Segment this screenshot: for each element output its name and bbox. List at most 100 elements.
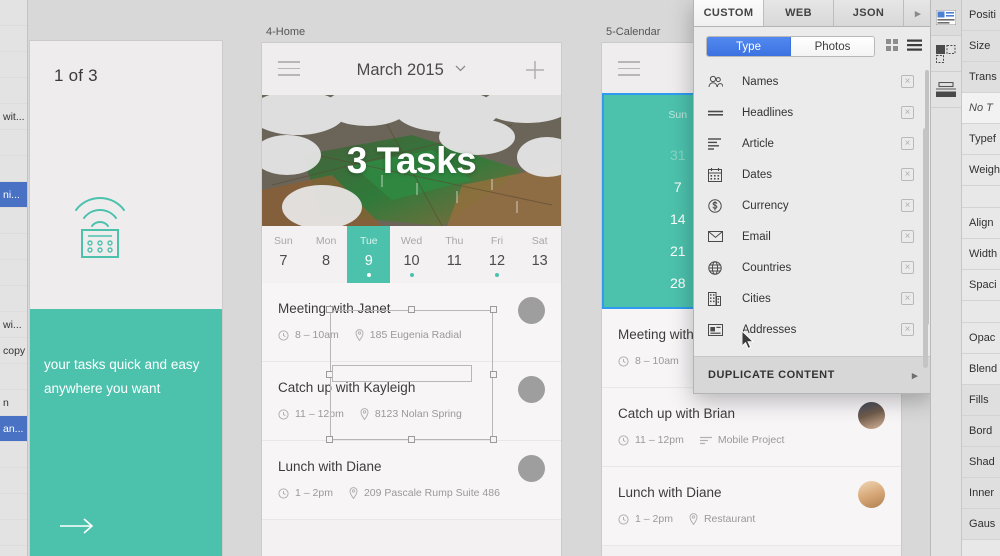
popover-tab-bar[interactable]: CUSTOM WEB JSON ▸ — [694, 0, 932, 27]
hamburger-icon[interactable] — [618, 61, 640, 81]
remove-icon[interactable]: × — [901, 137, 914, 150]
segment-type[interactable]: Type — [707, 37, 791, 56]
remove-icon[interactable]: × — [901, 75, 914, 88]
inspector-row[interactable]: Spaci — [962, 270, 1000, 301]
layer-row[interactable] — [0, 442, 27, 468]
remove-icon[interactable]: × — [901, 106, 914, 119]
task-row[interactable]: Catch up with Kayleigh 11 – 12pm 8123 Nola… — [262, 362, 561, 441]
layer-row[interactable] — [0, 286, 27, 312]
content-type-item[interactable]: Addresses × — [694, 314, 932, 345]
home-month-title[interactable]: March 2015 — [357, 58, 467, 80]
week-day-sat[interactable]: Sat 13 — [518, 226, 561, 283]
chevron-right-icon[interactable]: ▸ — [912, 369, 918, 382]
avatar[interactable] — [858, 481, 885, 508]
task-row[interactable]: Meeting with Janet 8 – 10am 185 Eugenia Ra… — [262, 283, 561, 362]
duplicate-content-footer[interactable]: DUPLICATE CONTENT ▸ — [694, 356, 932, 393]
content-type-item[interactable]: Article × — [694, 128, 932, 159]
week-day-wed[interactable]: Wed 10 — [390, 226, 433, 283]
segment-photos[interactable]: Photos — [791, 37, 874, 56]
layer-row[interactable]: ni... — [0, 182, 27, 208]
remove-icon[interactable]: × — [901, 292, 914, 305]
layer-row[interactable] — [0, 0, 27, 26]
inspector-row[interactable]: Size — [962, 31, 1000, 62]
selection-handle[interactable] — [326, 306, 333, 313]
avatar[interactable] — [518, 455, 545, 482]
week-day-sun[interactable]: Sun 7 — [262, 226, 305, 283]
popover-tab-web[interactable]: WEB — [764, 0, 834, 26]
content-type-item[interactable]: Countries × — [694, 252, 932, 283]
inspector-row[interactable]: Width — [962, 239, 1000, 270]
inspector-row[interactable]: Trans — [962, 62, 1000, 93]
layer-row[interactable] — [0, 468, 27, 494]
content-type-item[interactable]: Dates × — [694, 159, 932, 190]
home-task-list[interactable]: Meeting with Janet 8 – 10am 185 Eugenia Ra… — [262, 283, 561, 520]
avatar[interactable] — [518, 297, 545, 324]
grid-view-icon[interactable] — [886, 38, 898, 56]
inspector-row[interactable]: No T — [962, 93, 1000, 124]
layer-row[interactable]: wit... — [0, 104, 27, 130]
layer-list-sidebar[interactable]: wit... ni... wi... copy n an... — [0, 0, 28, 556]
week-day-tue[interactable]: Tue 9 — [347, 226, 391, 283]
popover-tab-custom[interactable]: CUSTOM — [694, 0, 764, 26]
selection-handle[interactable] — [490, 436, 497, 443]
layer-row[interactable] — [0, 26, 27, 52]
week-day-fri[interactable]: Fri 12 — [476, 226, 519, 283]
layer-row[interactable] — [0, 234, 27, 260]
week-day-mon[interactable]: Mon 8 — [305, 226, 348, 283]
popover-filter-row[interactable]: Type Photos — [694, 27, 932, 66]
arrow-right-icon[interactable] — [60, 516, 98, 536]
view-toggle-group[interactable] — [886, 38, 922, 56]
inspector-row[interactable]: Opac — [962, 323, 1000, 354]
inspector-row[interactable]: Blend — [962, 354, 1000, 385]
inspector-row[interactable]: Shad — [962, 447, 1000, 478]
selection-handle[interactable] — [490, 371, 497, 378]
popover-tab-json[interactable]: JSON — [834, 0, 904, 26]
content-type-item[interactable]: Currency × — [694, 190, 932, 221]
mask-icon[interactable] — [931, 36, 962, 72]
inspector-row[interactable]: Gaus — [962, 509, 1000, 540]
avatar[interactable] — [518, 376, 545, 403]
hamburger-icon[interactable] — [278, 61, 300, 81]
chevron-right-icon[interactable]: ▸ — [904, 0, 932, 26]
layer-row[interactable] — [0, 494, 27, 520]
layer-row[interactable] — [0, 78, 27, 104]
selection-handle[interactable] — [326, 436, 333, 443]
content-type-item[interactable]: Headlines × — [694, 97, 932, 128]
layer-row[interactable] — [0, 260, 27, 286]
inspector-row[interactable]: Fills — [962, 385, 1000, 416]
remove-icon[interactable]: × — [901, 261, 914, 274]
layer-row[interactable] — [0, 130, 27, 156]
type-photos-segmented-control[interactable]: Type Photos — [706, 36, 875, 57]
remove-icon[interactable]: × — [901, 230, 914, 243]
selection-handle[interactable] — [490, 306, 497, 313]
artboard-home[interactable]: March 2015 3 Tasks Sun 7 Mon 8 Tue 9 Wed… — [262, 43, 561, 556]
remove-icon[interactable]: × — [901, 168, 914, 181]
list-view-icon[interactable] — [907, 38, 922, 56]
layer-row[interactable] — [0, 520, 27, 546]
task-row[interactable]: Catch up with Brian 11 – 12pm Mobile Proje… — [602, 388, 901, 467]
align-icon[interactable] — [931, 72, 962, 108]
inspector-property-rows[interactable]: Positi Size Trans No T Typef Weigh Align Width S… — [923, 0, 1000, 556]
inspector-icon[interactable] — [931, 0, 962, 36]
content-type-item[interactable]: Email × — [694, 221, 932, 252]
selection-handle[interactable] — [326, 371, 333, 378]
selection-handle[interactable] — [408, 436, 415, 443]
layer-row[interactable] — [0, 156, 27, 182]
content-type-list[interactable]: Names × Headlines × Article × Dates × Currency × E… — [694, 66, 932, 356]
inspector-row[interactable]: Typef — [962, 124, 1000, 155]
inspector-row[interactable]: Bord — [962, 416, 1000, 447]
artboard-onboarding[interactable]: 1 of 3 your tasks quick and easy anywher… — [30, 41, 222, 556]
inspector-row[interactable]: Weigh — [962, 155, 1000, 186]
layer-row[interactable]: an... — [0, 416, 27, 442]
artboard-label-calendar[interactable]: 5-Calendar — [606, 26, 660, 38]
week-day-thu[interactable]: Thu 11 — [433, 226, 476, 283]
inspector-tool-column[interactable] — [931, 0, 963, 556]
inspector-row[interactable]: Align — [962, 208, 1000, 239]
content-generator-popover[interactable]: CUSTOM WEB JSON ▸ Type Photos Names × He… — [693, 0, 933, 394]
chevron-down-icon[interactable] — [455, 58, 466, 77]
inspector-scrollbar[interactable] — [923, 128, 928, 368]
layer-row[interactable]: n — [0, 390, 27, 416]
selection-handle[interactable] — [408, 306, 415, 313]
task-row[interactable]: Lunch with Diane 1 – 2pm Restaurant — [602, 467, 901, 546]
avatar[interactable] — [858, 402, 885, 429]
